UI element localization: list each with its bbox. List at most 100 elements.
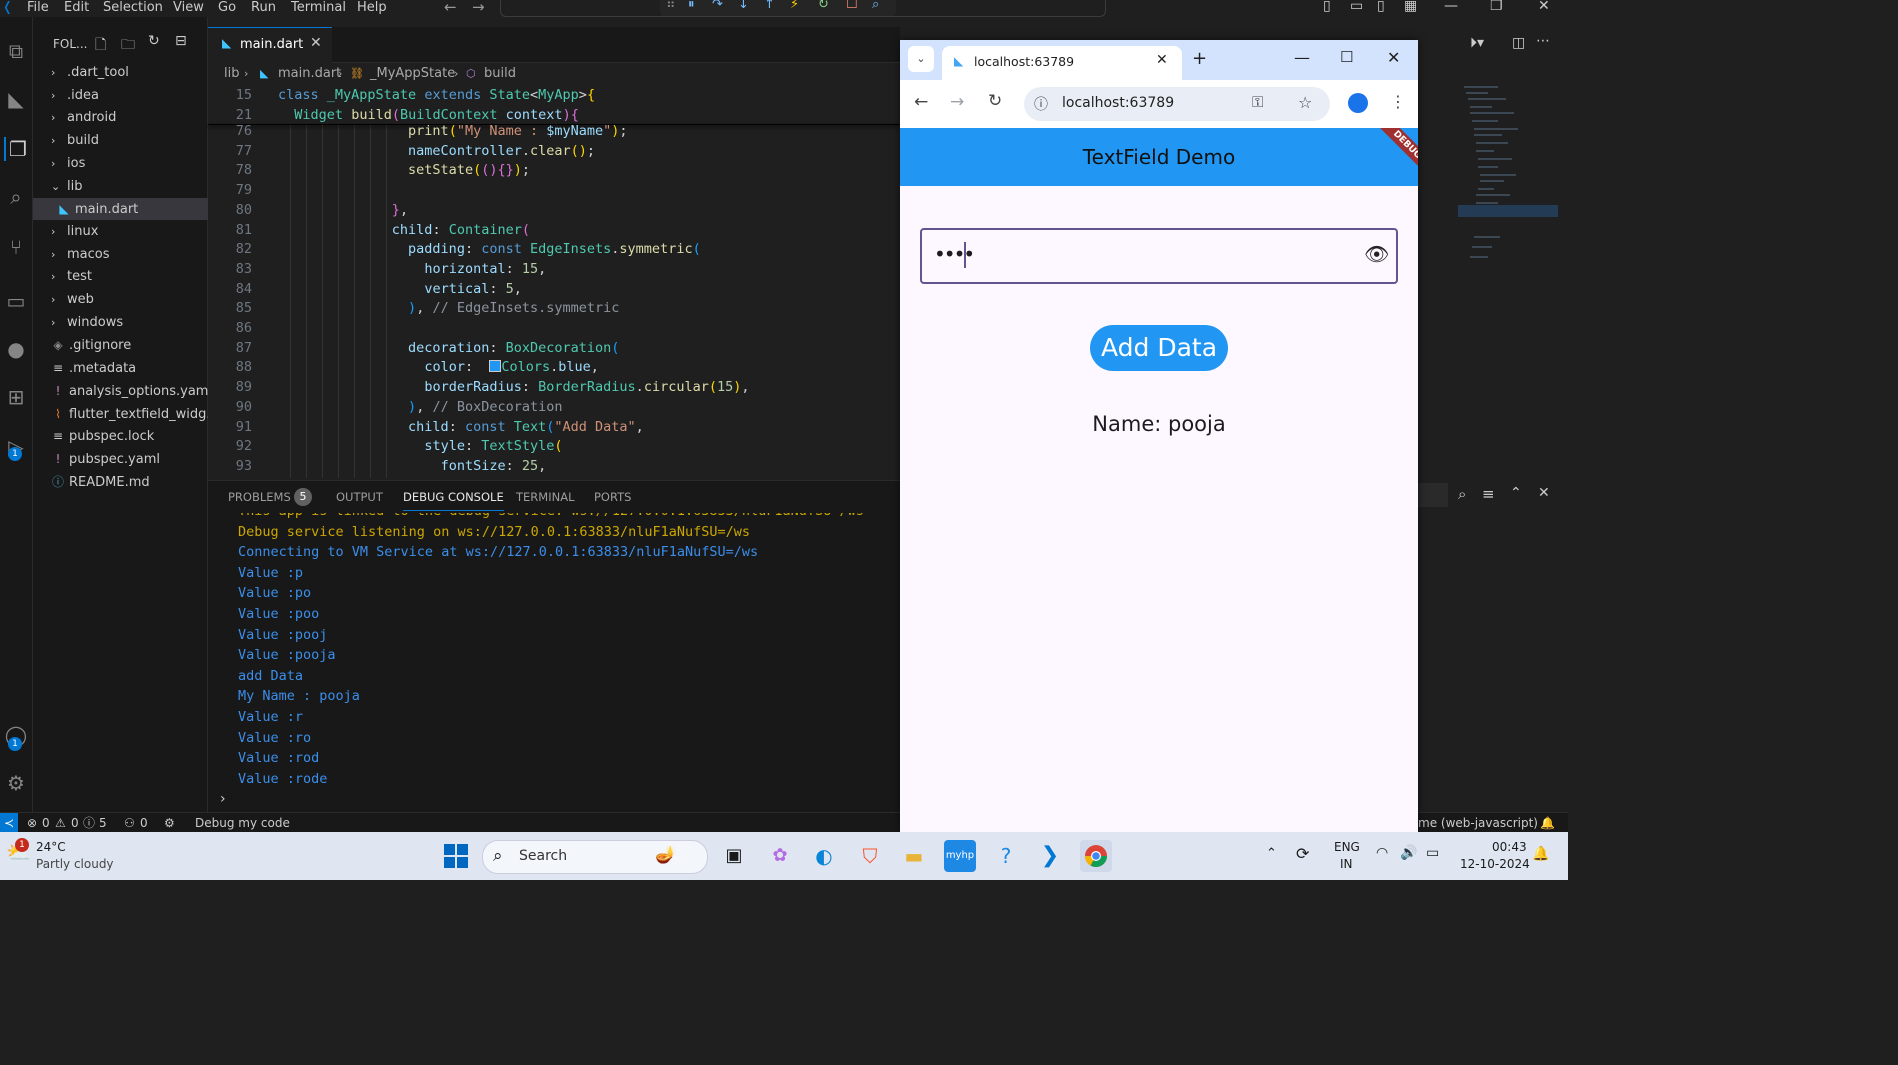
devtools-icon[interactable]: ⌕ [872, 0, 879, 12]
sidebar-item[interactable]: › linux [33, 221, 225, 243]
source-control-icon[interactable]: ⑂ [4, 235, 28, 259]
settings-gear-icon[interactable]: ⚙ [4, 771, 28, 795]
minimize-icon[interactable]: — [1444, 0, 1458, 14]
chrome-taskbar-icon[interactable] [1080, 840, 1112, 872]
hot-reload-icon[interactable]: ⚡ [790, 0, 799, 12]
brave-icon[interactable]: ⛉ [854, 840, 886, 872]
toggle-secondary-sidebar-icon[interactable]: ▯ [1377, 0, 1385, 14]
menu-edit[interactable]: Edit [64, 0, 89, 15]
volume-icon[interactable]: 🔊 [1400, 845, 1417, 861]
bookmark-star-icon[interactable]: ☆ [1298, 93, 1312, 112]
sidebar-item[interactable]: › build [33, 130, 225, 152]
task-view-icon[interactable]: ▣ [718, 840, 750, 872]
menu-terminal[interactable]: Terminal [291, 0, 346, 15]
notification-bell-icon[interactable]: 🔔 [1532, 846, 1549, 862]
tab-problems[interactable]: PROBLEMS [228, 490, 291, 504]
vscode-taskbar-icon[interactable]: ❯ [1034, 840, 1066, 872]
clear-console-icon[interactable]: ≡ [1482, 485, 1495, 503]
ports-count[interactable]: 0 [140, 813, 148, 833]
sidebar-item[interactable]: › windows [33, 312, 225, 334]
more-actions-icon[interactable]: ⋯ [1536, 33, 1550, 49]
flutter-icon[interactable]: ◣ [4, 87, 28, 111]
error-count[interactable]: 0 [42, 813, 50, 833]
sidebar-item[interactable]: › ios [33, 153, 225, 175]
sidebar-item[interactable]: › .dart_tool [33, 62, 225, 84]
minimap[interactable] [1458, 77, 1558, 297]
sidebar-item[interactable]: ≡ pubspec.lock [33, 425, 225, 447]
browser-forward-icon[interactable]: → [950, 92, 964, 112]
show-hidden-icons-icon[interactable]: ⌃ [1266, 846, 1277, 861]
myhp-icon[interactable]: myhp [944, 840, 976, 872]
debug-config-label[interactable]: Debug my code [195, 813, 290, 833]
menu-selection[interactable]: Selection [103, 0, 163, 15]
password-field[interactable]: •••• 👁 [920, 228, 1398, 284]
tab-debug-console[interactable]: DEBUG CONSOLE [403, 490, 504, 511]
taskbar-search-box[interactable]: ⌕ Search 🪔 [482, 840, 708, 874]
new-file-icon[interactable]: 🗋 [95, 34, 106, 58]
breadcrumb-class[interactable]: _MyAppState [370, 63, 455, 85]
close-tab-icon[interactable]: ✕ [1156, 52, 1168, 68]
sidebar-item[interactable]: ⌄ lib [33, 176, 225, 198]
drag-handle-icon[interactable]: ⠿ [666, 0, 676, 12]
toggle-panel-icon[interactable]: ▭ [1350, 0, 1363, 14]
tab-output[interactable]: OUTPUT [336, 490, 383, 504]
sync-icon[interactable]: ⟳ [1296, 844, 1309, 863]
maximize-panel-icon[interactable]: ⌃ [1510, 485, 1522, 501]
step-over-icon[interactable]: ↷ [712, 0, 723, 12]
browser-minimize-icon[interactable]: — [1294, 48, 1310, 67]
sidebar-item[interactable]: ⓘ README.md [33, 471, 225, 493]
breadcrumb-lib[interactable]: lib [224, 63, 239, 85]
warning-count[interactable]: 0 [71, 813, 79, 833]
sidebar-item[interactable]: ⌇ flutter_textfield_widg... [33, 403, 225, 425]
stop-icon[interactable]: ☐ [846, 0, 858, 12]
notifications-icon[interactable]: 🔔 [1540, 813, 1555, 833]
close-window-icon[interactable]: ✕ [1538, 0, 1550, 14]
new-tab-icon[interactable]: + [1192, 48, 1207, 69]
tab-ports[interactable]: PORTS [594, 490, 631, 504]
copilot-icon[interactable]: ✿ [764, 840, 796, 872]
browser-menu-icon[interactable]: ⋮ [1390, 92, 1406, 111]
find-icon[interactable]: ⌕ [1458, 485, 1466, 503]
weather-temp[interactable]: 24°C [36, 840, 66, 854]
step-into-icon[interactable]: ↓ [738, 0, 749, 12]
sidebar-item[interactable]: ◣ main.dart [33, 198, 231, 221]
browser-maximize-icon[interactable]: ☐ [1340, 48, 1353, 66]
collapse-all-icon[interactable]: ⊟ [175, 33, 187, 49]
visibility-eye-icon[interactable]: 👁 [1364, 242, 1389, 266]
restore-icon[interactable]: ❐ [1490, 0, 1503, 14]
sidebar-item[interactable]: › android [33, 107, 225, 129]
sidebar-item[interactable]: › macos [33, 244, 225, 266]
files-icon[interactable]: ❐ [4, 137, 30, 161]
sidebar-item[interactable]: › test [33, 266, 225, 288]
close-tab-icon[interactable]: ✕ [310, 35, 322, 51]
tab-terminal[interactable]: TERMINAL [516, 490, 574, 504]
sidebar-item[interactable]: › web [33, 289, 225, 311]
menu-file[interactable]: File [27, 0, 49, 15]
menu-go[interactable]: Go [218, 0, 236, 15]
site-info-icon[interactable]: ⓘ [1034, 94, 1048, 114]
console-filter-box[interactable] [1418, 483, 1448, 507]
browser-close-icon[interactable]: ✕ [1387, 48, 1400, 67]
extensions-icon[interactable]: ⊞ [4, 385, 28, 409]
pause-icon[interactable]: ⏸ [688, 0, 695, 12]
weather-desc[interactable]: Partly cloudy [36, 857, 114, 871]
clock-time[interactable]: 00:43 [1492, 840, 1527, 854]
password-key-icon[interactable]: ⚿ [1252, 93, 1263, 111]
address-bar[interactable]: ⓘ localhost:63789 ⚿ ☆ [1024, 87, 1330, 121]
refresh-icon[interactable]: ↻ [148, 33, 160, 49]
restart-icon[interactable]: ↻ [818, 0, 829, 12]
console-input-prompt-icon[interactable]: › [220, 791, 226, 807]
file-explorer-icon[interactable]: ▬ [898, 840, 930, 872]
search-icon[interactable]: ⌕ [4, 185, 28, 209]
split-editor-icon[interactable]: ◫ [1512, 35, 1525, 51]
toggle-sidebar-icon[interactable]: ▯ [1323, 0, 1331, 14]
reload-icon[interactable]: ↻ [988, 91, 1002, 111]
profile-avatar[interactable] [1348, 93, 1368, 113]
new-folder-icon[interactable]: 🗀 [121, 34, 135, 58]
code-editor[interactable]: 15 class _MyAppState extends State<MyApp>… [208, 85, 900, 478]
forward-arrow-icon[interactable]: → [472, 0, 485, 16]
sidebar-item[interactable]: ! analysis_options.yaml [33, 380, 225, 402]
battery-icon[interactable]: ▭ [1426, 845, 1439, 861]
remote-indicator-icon[interactable]: ≺ [0, 813, 18, 833]
clock-date[interactable]: 12-10-2024 [1460, 857, 1530, 871]
